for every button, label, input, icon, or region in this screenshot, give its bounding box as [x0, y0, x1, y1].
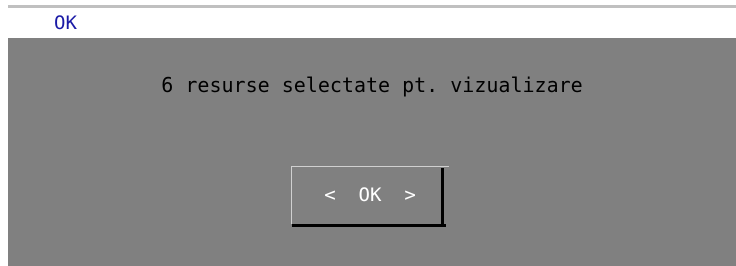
dialog-message: 6 resurse selectate pt. vizualizare: [161, 73, 583, 97]
ok-button-right-marker: >: [404, 184, 416, 206]
ok-button-left-marker: <: [324, 184, 336, 206]
ok-button-label: OK: [358, 184, 382, 206]
ok-button[interactable]: < OK >: [291, 166, 449, 224]
window-title: OK: [54, 12, 77, 34]
ok-button-shadow-right: [441, 168, 444, 227]
dialog: 6 resurse selectate pt. vizualizare < OK…: [8, 38, 736, 266]
screen: OK 6 resurse selectate pt. vizualizare <…: [0, 0, 736, 266]
ok-button-shadow-bottom: [292, 224, 446, 227]
title-bar: OK: [8, 8, 736, 38]
ok-button-label-row: < OK >: [292, 183, 448, 207]
